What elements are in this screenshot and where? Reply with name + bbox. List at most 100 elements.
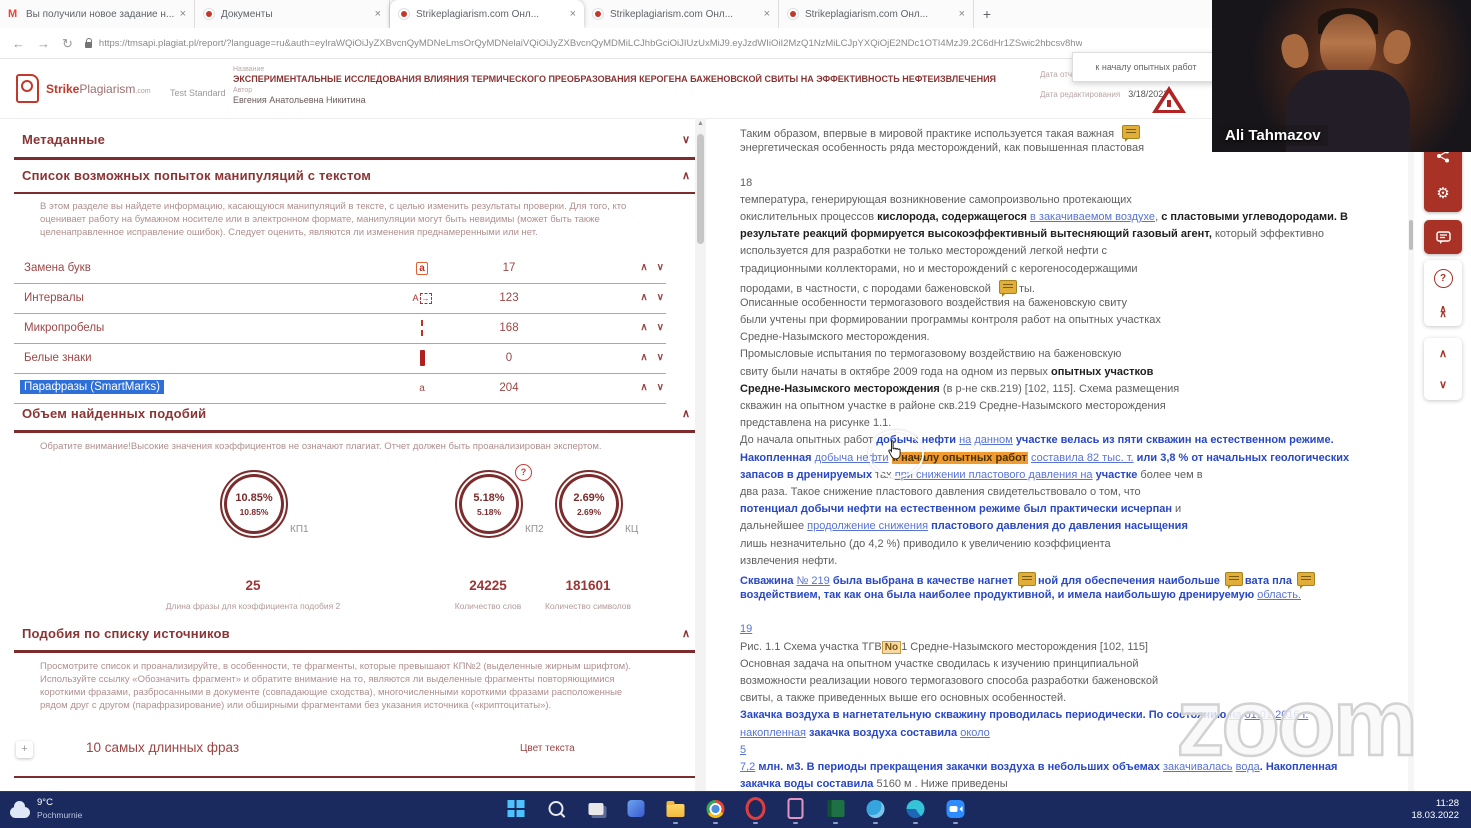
- report-left-panel: Метаданные ∨ Список возможных попыток ма…: [0, 118, 706, 792]
- scrollbar-thumb[interactable]: [1409, 220, 1413, 250]
- reload-button[interactable]: ↻: [62, 37, 73, 50]
- document-author: Евгения Анатольевна Никитина: [233, 95, 1033, 105]
- row-down-icon[interactable]: ∨: [657, 292, 664, 303]
- text-color-control[interactable]: Цвет текста: [520, 743, 575, 754]
- row-down-icon[interactable]: ∨: [657, 382, 664, 393]
- section-source-list[interactable]: Подобия по списку источников: [22, 626, 230, 641]
- row-down-icon[interactable]: ∨: [657, 322, 664, 333]
- left-panel-scrollbar[interactable]: ▲: [695, 118, 706, 792]
- author-label: Автор: [233, 87, 1033, 94]
- scrollbar-up-icon[interactable]: ▲: [695, 120, 706, 127]
- close-icon[interactable]: ×: [570, 8, 576, 20]
- section-similarity-volume[interactable]: Объем найденных подобий: [22, 406, 206, 421]
- table-row-intervals[interactable]: Интервалы A→ 123 ∧∨: [14, 284, 666, 314]
- comments-icon: [1424, 231, 1462, 244]
- skype-button[interactable]: [864, 797, 887, 820]
- divider: [14, 192, 698, 194]
- chrome-icon: [707, 800, 725, 818]
- scrollbar-thumb[interactable]: [697, 134, 704, 244]
- table-row-white-chars[interactable]: Белые знаки 0 ∧∨: [14, 344, 666, 374]
- chevron-up-icon[interactable]: ∧: [682, 169, 690, 182]
- help-icon[interactable]: ?: [1434, 269, 1453, 288]
- letter-swap-icon: a: [412, 258, 432, 278]
- chevron-down-icon[interactable]: ∨: [682, 133, 690, 146]
- file-explorer-button[interactable]: [664, 797, 687, 820]
- close-icon[interactable]: ×: [764, 8, 770, 20]
- zoom-app-button[interactable]: [944, 797, 967, 820]
- comment-icon[interactable]: [1122, 125, 1140, 139]
- zoom-watermark: zoom: [1176, 668, 1415, 778]
- start-button[interactable]: [504, 797, 527, 820]
- phrase-tooltip[interactable]: к началу опытных работ: [1072, 52, 1220, 82]
- tool-group-white: ? ∧∧: [1424, 260, 1462, 326]
- widgets-button[interactable]: [624, 797, 647, 820]
- zoom-camera-icon: [947, 800, 965, 818]
- table-row-letter-swap[interactable]: Замена букв a 17 ∧∨: [14, 254, 666, 284]
- close-icon[interactable]: ×: [180, 8, 186, 20]
- tab-strikeplagiarism-2[interactable]: Strikeplagiarism.com Онл... ×: [584, 0, 779, 28]
- document-meta: Название ЭКСПЕРИМЕНТАЛЬНЫЕ ИССЛЕДОВАНИЯ …: [233, 66, 1033, 105]
- strikeplagiarism-logo[interactable]: StrikePlagiarism.com: [16, 74, 151, 103]
- comment-icon[interactable]: [1297, 572, 1315, 586]
- row-down-icon[interactable]: ∨: [657, 262, 664, 273]
- opera-button[interactable]: [744, 797, 767, 820]
- settings-gear-icon[interactable]: ⚙: [1424, 184, 1462, 202]
- chrome-button[interactable]: [704, 797, 727, 820]
- tab-strikeplagiarism-3[interactable]: Strikeplagiarism.com Онл... ×: [779, 0, 974, 28]
- table-row-paraphrases[interactable]: Парафразы (SmartMarks) a 204 ∧∨: [14, 374, 666, 404]
- weather-desc: Pochmurnie: [37, 809, 82, 821]
- gmail-icon: [8, 8, 20, 20]
- row-up-icon[interactable]: ∧: [640, 262, 647, 273]
- chevron-up-icon[interactable]: ∧: [682, 407, 690, 420]
- comments-button[interactable]: [1424, 220, 1462, 254]
- table-row-microspaces[interactable]: Микропробелы 168 ∧∨: [14, 314, 666, 344]
- expand-icon[interactable]: +: [16, 741, 33, 758]
- back-button[interactable]: ←: [12, 37, 25, 50]
- weather-widget[interactable]: 9°C Pochmurnie: [10, 797, 82, 821]
- collapse-all-icon[interactable]: ∧∧: [1424, 307, 1462, 317]
- forward-button[interactable]: →: [37, 37, 50, 50]
- task-view-button[interactable]: [584, 797, 607, 820]
- scroll-down-icon[interactable]: ∨: [1424, 378, 1462, 391]
- source-list-description: Просмотрите список и проанализируйте, в …: [40, 660, 648, 712]
- search-button[interactable]: [544, 797, 567, 820]
- row-up-icon[interactable]: ∧: [640, 322, 647, 333]
- edge-icon: [907, 800, 925, 818]
- longest-phrases-toggle[interactable]: 10 самых длинных фраз: [86, 740, 239, 755]
- excel-button[interactable]: [824, 797, 847, 820]
- close-icon[interactable]: ×: [959, 8, 965, 20]
- row-up-icon[interactable]: ∧: [640, 352, 647, 363]
- tab-documents[interactable]: Документы ×: [195, 0, 390, 28]
- row-count: 123: [469, 292, 549, 304]
- tab-gmail[interactable]: Вы получили новое задание н... ×: [0, 0, 195, 28]
- webcam-overlay: Ali Tahmazov: [1212, 0, 1471, 152]
- comment-icon[interactable]: [1225, 572, 1243, 586]
- scroll-up-icon[interactable]: ∧: [1424, 347, 1462, 360]
- row-up-icon[interactable]: ∧: [640, 382, 647, 393]
- row-down-icon[interactable]: ∨: [657, 352, 664, 363]
- clock-date: 18.03.2022: [1411, 810, 1459, 822]
- widgets-icon: [627, 800, 644, 817]
- chevron-up-icon[interactable]: ∧: [682, 627, 690, 640]
- section-manipulations[interactable]: Список возможных попыток манипуляций с т…: [22, 168, 371, 183]
- tab-title: Strikeplagiarism.com Онл...: [805, 9, 953, 20]
- address-bar[interactable]: https://tmsapi.plagiat.pl/report/?langua…: [85, 38, 1245, 49]
- comment-icon[interactable]: [1018, 572, 1036, 586]
- opera-icon: [746, 797, 766, 820]
- close-icon[interactable]: ×: [375, 8, 381, 20]
- row-count: 168: [469, 322, 549, 334]
- tab-strikeplagiarism-active[interactable]: Strikeplagiarism.com Онл... ×: [390, 0, 584, 28]
- section-metadata[interactable]: Метаданные: [22, 132, 105, 147]
- phone-link-button[interactable]: [784, 797, 807, 820]
- gauge-label-kp1: КП1: [290, 524, 309, 535]
- comment-icon[interactable]: [999, 280, 1017, 294]
- document-title: ЭКСПЕРИМЕНТАЛЬНЫЕ ИССЛЕДОВАНИЯ ВЛИЯНИЯ Т…: [233, 74, 1033, 84]
- row-up-icon[interactable]: ∧: [640, 292, 647, 303]
- gauge-kp1: 10.85% 10.85%: [220, 470, 288, 538]
- new-tab-button[interactable]: +: [974, 0, 1000, 28]
- edge-button[interactable]: [904, 797, 927, 820]
- cloud-icon: [10, 807, 30, 818]
- taskbar-clock[interactable]: 11:28 18.03.2022: [1411, 798, 1459, 822]
- help-badge-icon[interactable]: ?: [515, 464, 532, 481]
- row-count: 204: [469, 382, 549, 394]
